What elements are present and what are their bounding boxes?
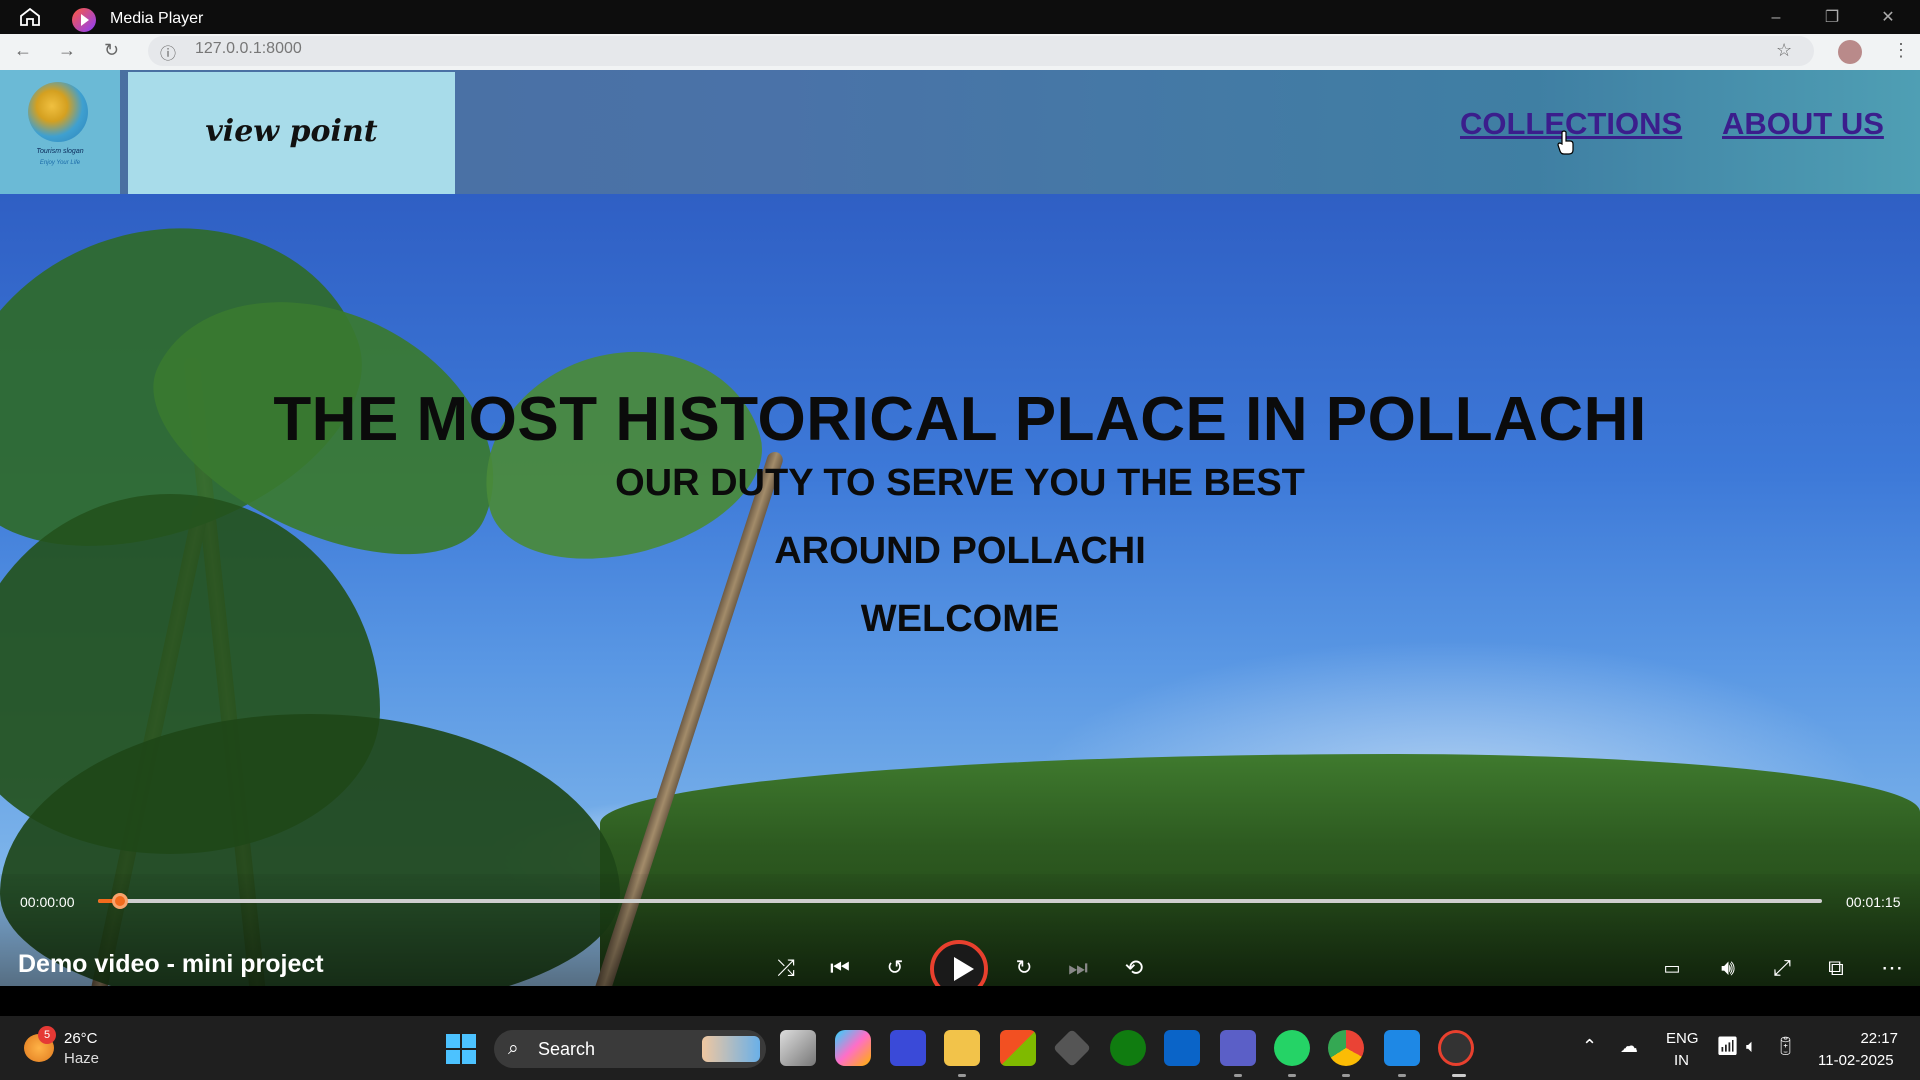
restore-button[interactable]: ❐ xyxy=(1812,6,1852,30)
profile-avatar xyxy=(1838,40,1862,64)
globe-logo-icon xyxy=(28,82,88,142)
running-indicator xyxy=(1288,1074,1296,1077)
battery-icon[interactable]: 🔋︎ xyxy=(1774,1036,1797,1057)
seek-thumb[interactable] xyxy=(112,893,128,909)
hand-cursor-icon xyxy=(1557,130,1574,155)
seek-bar[interactable] xyxy=(98,893,1822,909)
subtitles-icon[interactable]: ▭ xyxy=(1652,948,1692,986)
volume-icon[interactable]: 🔊︎ xyxy=(1708,948,1748,986)
nav-link-about-us[interactable]: ABOUT US xyxy=(1722,106,1884,142)
media-player-taskbar-icon[interactable] xyxy=(1438,1030,1474,1066)
clock-time[interactable]: 22:17 xyxy=(1848,1030,1898,1047)
active-indicator xyxy=(1452,1074,1466,1077)
video-frame[interactable]: ← → ↻ ⓘ 127.0.0.1:8000 ☆ ⋮ Tourism sloga… xyxy=(0,34,1920,986)
fullscreen-icon[interactable]: ⤢ xyxy=(1762,948,1802,986)
copilot-icon[interactable] xyxy=(835,1030,871,1066)
search-label: Search xyxy=(538,1039,596,1059)
address-url: 127.0.0.1:8000 xyxy=(195,40,302,57)
file-explorer-icon[interactable] xyxy=(944,1030,980,1066)
taskbar: 5 26°C Haze ⌕ Search ⌃ ☁ ENG IN 📶︎ 🔈︎ 🔋︎… xyxy=(0,1016,1920,1080)
window-title-bar: Media Player – ❐ ✕ xyxy=(0,0,1920,34)
xbox-icon[interactable] xyxy=(1110,1030,1146,1066)
chrome-icon[interactable] xyxy=(1328,1030,1364,1066)
whatsapp-icon[interactable] xyxy=(1274,1030,1310,1066)
hero-headline: THE MOST HISTORICAL PLACE IN POLLACHI xyxy=(273,385,1647,454)
weather-temperature[interactable]: 26°C xyxy=(64,1030,98,1047)
forward-30-icon[interactable]: ↻ xyxy=(1004,948,1044,986)
current-time: 00:00:00 xyxy=(20,894,75,910)
hero-welcome: WELCOME xyxy=(860,598,1060,640)
logo-slogan: Tourism slogan xyxy=(36,148,84,155)
window-title: Media Player xyxy=(110,10,204,27)
brand-box: view point xyxy=(128,72,455,194)
microsoft-store-icon[interactable] xyxy=(1000,1030,1036,1066)
bookmark-star-icon: ☆ xyxy=(1776,40,1793,60)
player-controls: 00:00:00 00:01:15 Demo video - mini proj… xyxy=(0,874,1920,986)
media-player-app-icon xyxy=(72,8,96,32)
app-launcher-icon[interactable] xyxy=(890,1030,926,1066)
weather-badge: 5 xyxy=(38,1026,56,1044)
running-indicator xyxy=(1234,1074,1242,1077)
hero-banner: THE MOST HISTORICAL PLACE IN POLLACHI OU… xyxy=(0,171,1920,986)
wifi-icon[interactable]: 📶︎ xyxy=(1716,1036,1739,1057)
start-button[interactable] xyxy=(446,1034,476,1064)
previous-icon[interactable]: ⏮ xyxy=(820,948,860,986)
address-bar xyxy=(148,36,1814,66)
dev-tool-icon[interactable] xyxy=(1052,1028,1092,1068)
next-icon[interactable]: ⏭ xyxy=(1058,948,1098,986)
teams-icon[interactable] xyxy=(1220,1030,1256,1066)
onedrive-cloud-icon[interactable]: ☁ xyxy=(1620,1036,1638,1057)
repeat-off-icon[interactable]: ⟲ xyxy=(1114,948,1154,986)
shuffle-icon[interactable]: ⤮ xyxy=(766,948,806,986)
running-indicator xyxy=(1398,1074,1406,1077)
minimize-button[interactable]: – xyxy=(1756,6,1796,30)
video-title: Demo video - mini project xyxy=(18,950,324,978)
site-header: Tourism slogan Enjoy Your Life view poin… xyxy=(0,70,1920,194)
hero-subline-1: OUR DUTY TO SERVE YOU THE BEST xyxy=(615,462,1305,504)
site-logo: Tourism slogan Enjoy Your Life xyxy=(0,70,120,194)
chevron-up-icon[interactable]: ⌃ xyxy=(1582,1036,1597,1057)
clock-date[interactable]: 11-02-2025 xyxy=(1818,1052,1894,1069)
logo-tagline: Enjoy Your Life xyxy=(39,160,81,166)
forward-icon: → xyxy=(58,40,76,60)
hero-subline-2: AROUND POLLACHI xyxy=(774,530,1146,572)
more-icon[interactable]: ⋯ xyxy=(1872,948,1912,986)
browser-toolbar: ← → ↻ ⓘ 127.0.0.1:8000 ☆ ⋮ xyxy=(0,34,1920,70)
speaker-icon[interactable]: 🔈︎ xyxy=(1746,1036,1757,1057)
back-icon: ← xyxy=(14,40,32,60)
home-icon[interactable] xyxy=(18,7,42,27)
search-icon: ⌕ xyxy=(508,1038,519,1059)
rewind-10-icon[interactable]: ↺ xyxy=(875,948,915,986)
weather-condition[interactable]: Haze xyxy=(64,1050,99,1067)
browser-menu-icon: ⋮ xyxy=(1892,40,1910,60)
play-button[interactable] xyxy=(930,940,988,986)
search-highlight-art xyxy=(702,1036,760,1062)
task-view-icon[interactable] xyxy=(780,1030,816,1066)
close-button[interactable]: ✕ xyxy=(1868,6,1908,30)
site-info-icon: ⓘ xyxy=(160,46,177,63)
running-indicator xyxy=(958,1074,966,1077)
running-indicator xyxy=(1342,1074,1350,1077)
total-time: 00:01:15 xyxy=(1846,894,1901,910)
taskbar-search[interactable]: ⌕ Search xyxy=(494,1030,766,1068)
reload-icon: ↻ xyxy=(104,40,120,60)
miniplayer-icon[interactable]: ⧉ xyxy=(1816,948,1856,986)
input-language[interactable]: ENG xyxy=(1666,1030,1699,1047)
brand-name: view point xyxy=(205,114,378,149)
outlook-icon[interactable] xyxy=(1164,1030,1200,1066)
input-region[interactable]: IN xyxy=(1674,1052,1689,1069)
vscode-icon[interactable] xyxy=(1384,1030,1420,1066)
